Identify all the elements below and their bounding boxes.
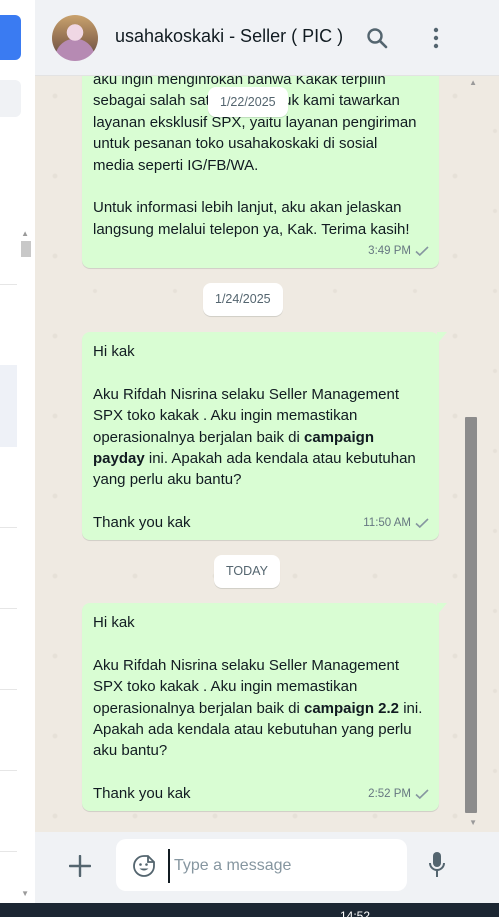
chat-list-panel: ▲ ▼ bbox=[0, 0, 36, 903]
list-divider bbox=[0, 527, 17, 528]
message-input[interactable] bbox=[168, 849, 401, 883]
message-line: Untuk informasi lebih lanjut, aku akan j… bbox=[93, 199, 402, 217]
message-body: Aku Rifdah Nisrina selaku Seller Managem… bbox=[93, 656, 423, 760]
list-divider bbox=[0, 689, 17, 690]
chat-header: usahakoskaki - Seller ( PIC ) bbox=[35, 0, 499, 76]
kebab-menu-icon[interactable] bbox=[429, 26, 443, 50]
message-meta: 2:52 PM bbox=[368, 784, 429, 805]
floating-date-chip: 1/22/2025 bbox=[208, 87, 288, 117]
sent-check-icon bbox=[415, 789, 429, 800]
date-chip: 1/24/2025 bbox=[203, 283, 283, 316]
message-bubble[interactable]: Hi kak Aku Rifdah Nisrina selaku Seller … bbox=[82, 332, 447, 540]
chat-messages-area: aku ingin menginfokan bahwa Kakak terpil… bbox=[35, 76, 499, 832]
chat-scroll-down-icon[interactable]: ▼ bbox=[469, 818, 477, 827]
message-highlight: campaign 2.2 bbox=[303, 699, 400, 717]
message-line: media seperti IG/FB/WA. bbox=[93, 156, 259, 174]
list-divider bbox=[0, 770, 17, 771]
list-scroll-up-icon[interactable]: ▲ bbox=[21, 229, 29, 238]
message-time: 2:52 PM bbox=[368, 787, 411, 800]
sent-check-icon bbox=[415, 246, 429, 257]
selected-chat-item[interactable] bbox=[0, 365, 17, 447]
avatar[interactable] bbox=[52, 15, 98, 61]
taskbar-clock: 14:52 bbox=[340, 909, 371, 923]
list-divider bbox=[0, 608, 17, 609]
bubble-tail bbox=[437, 332, 447, 344]
message-meta: 3:49 PM bbox=[368, 241, 429, 262]
bubble-tail bbox=[437, 603, 447, 615]
date-chip-today: TODAY bbox=[214, 555, 280, 588]
os-taskbar: 14:52 bbox=[0, 903, 499, 923]
message-meta: 11:50 AM bbox=[363, 513, 429, 534]
list-scrollbar-thumb[interactable] bbox=[21, 241, 31, 257]
contact-name[interactable]: usahakoskaki - Seller ( PIC ) bbox=[115, 26, 343, 47]
message-line: langsung melalui telepon ya, Kak. Terima… bbox=[93, 220, 410, 238]
list-divider bbox=[0, 851, 17, 852]
new-chat-button[interactable] bbox=[0, 15, 21, 60]
chat-scrollbar-thumb[interactable] bbox=[465, 417, 477, 813]
search-icon[interactable] bbox=[365, 26, 389, 50]
list-divider bbox=[0, 284, 17, 285]
message-box bbox=[116, 839, 407, 891]
message-time: 11:50 AM bbox=[363, 516, 411, 529]
list-scroll-down-icon[interactable]: ▼ bbox=[21, 889, 29, 898]
message-composer bbox=[35, 832, 499, 903]
message-time: 3:49 PM bbox=[368, 244, 411, 257]
sent-check-icon bbox=[415, 518, 429, 529]
message-greeting: Hi kak bbox=[93, 343, 135, 360]
message-body: Aku Rifdah Nisrina selaku Seller Managem… bbox=[93, 385, 416, 489]
chat-search-box[interactable] bbox=[0, 80, 21, 117]
emoji-icon[interactable] bbox=[132, 854, 156, 878]
message-bubble[interactable]: Hi kak Aku Rifdah Nisrina selaku Seller … bbox=[82, 603, 447, 811]
message-line: untuk pesanan toko usahakoskaki di sosia… bbox=[93, 135, 378, 153]
plus-icon[interactable] bbox=[69, 855, 91, 877]
chat-scroll-up-icon[interactable]: ▲ bbox=[469, 78, 477, 87]
message-greeting: Hi kak bbox=[93, 614, 135, 631]
microphone-icon[interactable] bbox=[428, 851, 446, 879]
